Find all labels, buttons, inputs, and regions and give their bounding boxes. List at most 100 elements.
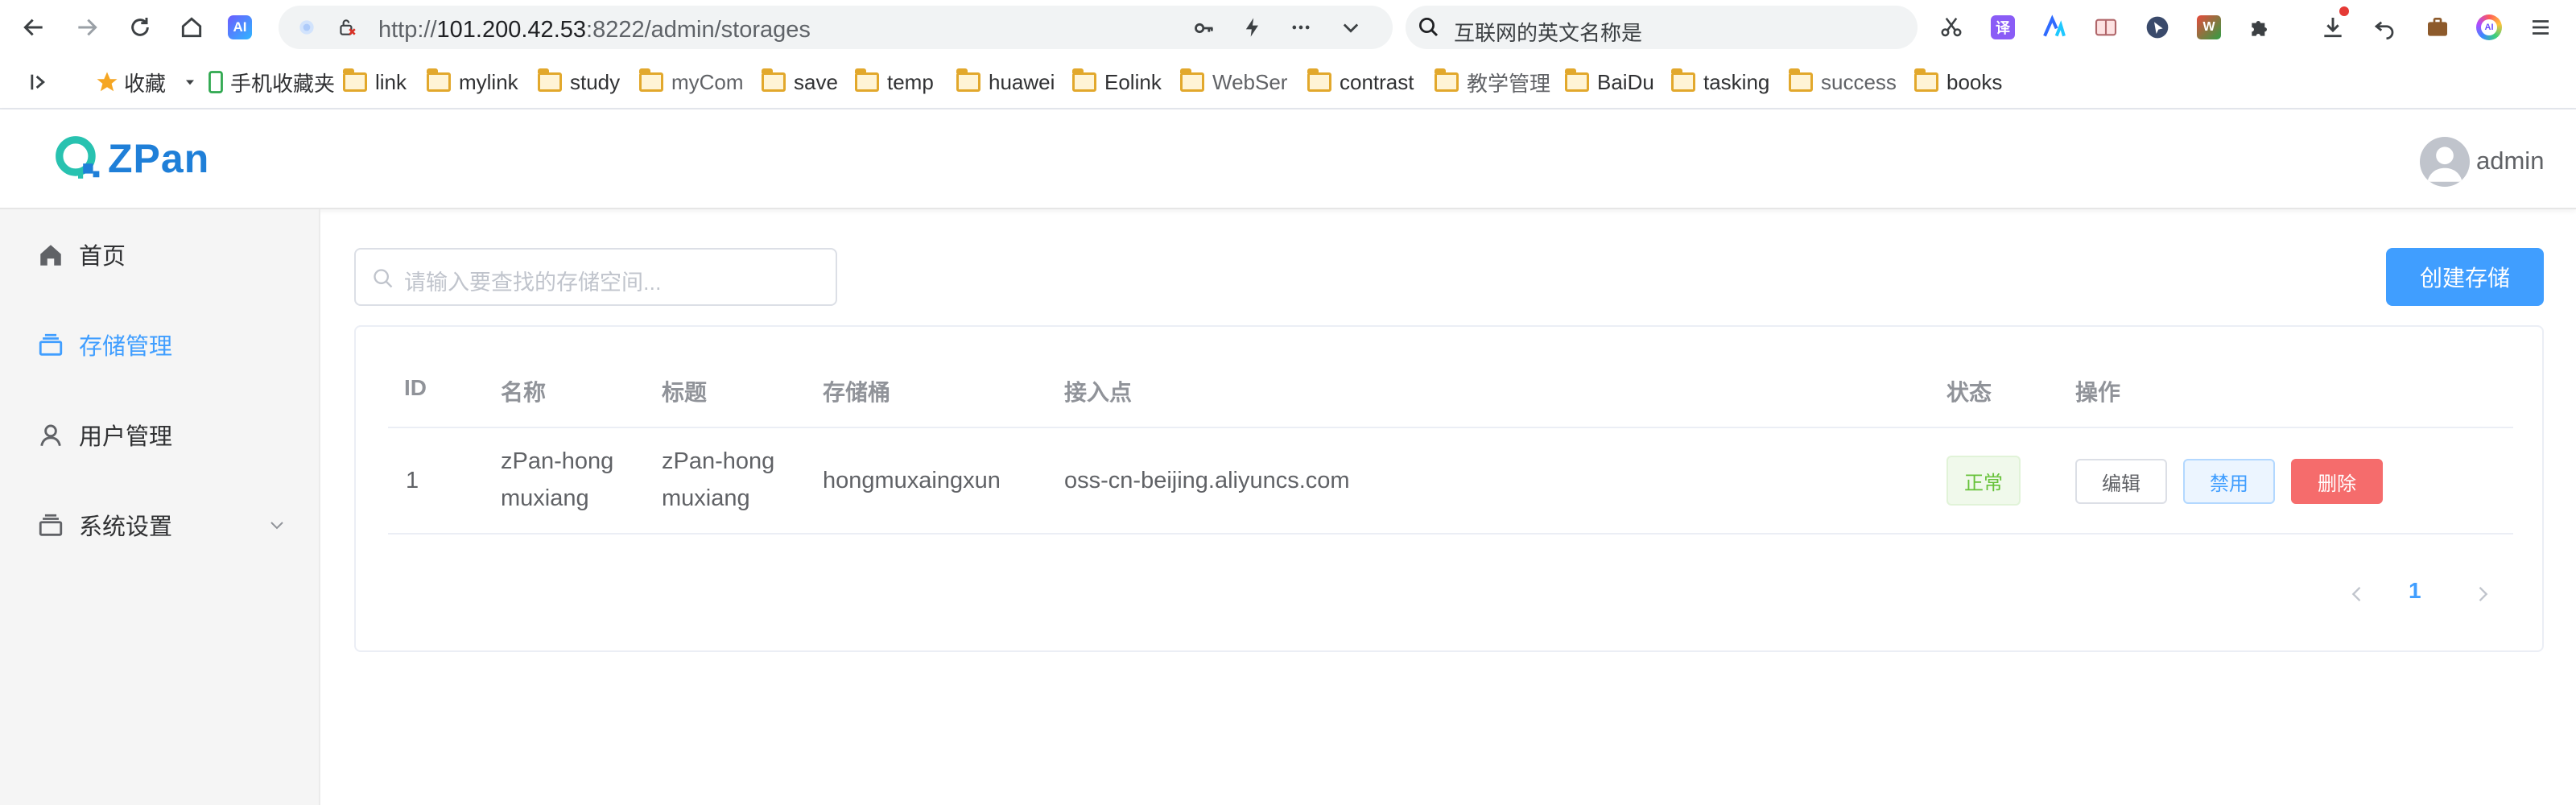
edit-button[interactable]: 编辑 [2075, 459, 2167, 504]
office-extension[interactable]: W [2194, 13, 2223, 42]
user-avatar-icon [2427, 147, 2462, 182]
status-badge: 正常 [1946, 456, 2021, 506]
reader-extension[interactable] [2091, 13, 2120, 42]
user-icon [40, 424, 61, 447]
bookmark-folder[interactable]: temp [855, 68, 934, 95]
bookmark-folder[interactable]: tasking [1671, 68, 1770, 95]
folder-icon [1789, 68, 1813, 92]
delete-button[interactable]: 删除 [2291, 459, 2383, 504]
insecure-lock-icon[interactable] [336, 17, 357, 38]
bookmark-folder[interactable]: study [538, 68, 620, 95]
hamburger-menu-icon [2533, 20, 2549, 35]
folder-icon [1435, 68, 1459, 92]
bookmark-folder[interactable]: WebSer [1180, 68, 1288, 95]
more-dots-icon[interactable] [1290, 16, 1312, 39]
create-storage-button[interactable]: 创建存储 [2386, 248, 2544, 306]
bookmark-folder[interactable]: mylink [427, 68, 518, 95]
bookmark-label: WebSer [1212, 69, 1288, 94]
ai-writer-icon [2043, 14, 2066, 37]
ai-assistant-extension[interactable]: AI [2475, 13, 2504, 42]
bookmark-folder[interactable]: Eolink [1072, 68, 1162, 95]
screenshot-extension[interactable] [1937, 13, 1966, 42]
storage-table-card: ID 名称 标题 存储桶 接入点 状态 操作 1 zPan-hong muxia… [354, 325, 2544, 652]
cell-endpoint: oss-cn-beijing.aliyuncs.com [1064, 468, 1350, 493]
phone-icon [208, 71, 223, 93]
sidebar-item-users[interactable]: 用户管理 [0, 390, 320, 480]
folder-icon [1307, 68, 1331, 92]
bookmarks-bar: 收藏 手机收藏夹 link mylink study myCom save te… [0, 55, 2576, 109]
star-icon [97, 72, 118, 92]
bookmark-label: myCom [671, 69, 744, 94]
bookmark-label: contrast [1340, 69, 1414, 94]
user-name[interactable]: admin [2476, 147, 2544, 175]
disable-button[interactable]: 禁用 [2183, 459, 2275, 504]
cursor-circle-icon [2146, 16, 2169, 39]
undo-button[interactable] [2370, 13, 2399, 42]
bookmark-folder[interactable]: myCom [639, 68, 744, 95]
browser-search-text: 互联网的英文名称是 [1454, 21, 1643, 45]
forward-button[interactable] [71, 11, 103, 43]
ai-extension-button[interactable]: AI [224, 11, 256, 43]
bookmark-label: temp [887, 69, 934, 94]
bookmark-folder[interactable]: books [1914, 68, 2003, 95]
column-header-status: 状态 [1946, 380, 1992, 405]
password-key-icon[interactable] [1193, 17, 1216, 39]
back-button[interactable] [18, 11, 50, 43]
sidebar-item-settings[interactable]: 系统设置 [0, 480, 320, 570]
sidebar-item-label: 首页 [79, 244, 126, 270]
bookmark-favorites[interactable]: 收藏 [95, 69, 198, 96]
bookmark-label: tasking [1703, 69, 1770, 94]
undo-icon [2374, 21, 2394, 39]
sidebar-item-storage[interactable]: 存储管理 [0, 299, 320, 390]
briefcase-extension[interactable] [2423, 13, 2452, 42]
url-text[interactable]: http://101.200.42.53:8222/admin/storages [378, 17, 811, 43]
pagination-next-icon[interactable] [2471, 583, 2494, 605]
bookmark-label: 教学管理 [1467, 71, 1551, 96]
column-header-name: 名称 [501, 380, 547, 405]
translate-extension[interactable]: 译 [1988, 13, 2017, 42]
avatar[interactable] [2420, 137, 2470, 187]
bookmark-mobile-favorites[interactable]: 手机收藏夹 [206, 69, 336, 96]
app-header: ZPan admin [0, 109, 2576, 209]
column-header-actions: 操作 [2075, 380, 2121, 405]
scissors-icon [1941, 18, 1962, 37]
bookmark-folder[interactable]: 教学管理 [1435, 68, 1551, 96]
forward-arrow-icon [78, 19, 97, 36]
back-arrow-icon [23, 19, 43, 36]
lightning-icon[interactable] [1241, 16, 1264, 39]
app-logo[interactable]: ZPan [53, 134, 209, 184]
storage-search-input[interactable]: 请输入要查找的存储空间... [354, 248, 837, 306]
bookmark-folder[interactable]: BaiDu [1565, 68, 1654, 95]
pagination-prev-icon[interactable] [2346, 583, 2368, 605]
bookmark-folder[interactable]: save [762, 68, 838, 95]
bookmark-folder[interactable]: link [343, 68, 407, 95]
bookmark-folder[interactable]: contrast [1307, 68, 1414, 95]
folder-icon [1671, 68, 1695, 92]
chevron-down-icon[interactable] [1340, 16, 1362, 39]
bookmark-label: books [1946, 69, 2003, 94]
sidebar-item-label: 系统设置 [79, 514, 173, 540]
sidebar-toggle-button[interactable] [27, 69, 50, 95]
cursor-extension[interactable] [2143, 13, 2172, 42]
storage-icon [39, 333, 63, 356]
browser-search-box[interactable]: 互联网的英文名称是 [1406, 6, 1918, 49]
bookmark-folder[interactable]: success [1789, 68, 1897, 95]
settings-icon [39, 514, 63, 536]
folder-icon [1180, 68, 1204, 92]
browser-menu-button[interactable] [2526, 13, 2555, 42]
caret-down-icon [186, 80, 195, 85]
bookmark-label: 收藏 [124, 71, 167, 96]
chevron-down-icon [270, 522, 283, 530]
sidebar-item-home[interactable]: 首页 [0, 209, 320, 299]
sidebar-toggle-icon [31, 74, 45, 90]
bookmark-folder[interactable]: huawei [956, 68, 1055, 95]
bookmark-label: 手机收藏夹 [230, 71, 336, 96]
pagination-current-page[interactable]: 1 [2409, 578, 2421, 604]
ai-writer-extension[interactable] [2040, 13, 2069, 42]
bookmark-label: mylink [459, 69, 518, 94]
extensions-button[interactable] [2246, 13, 2275, 42]
home-button[interactable] [175, 11, 208, 43]
reload-button[interactable] [124, 11, 156, 43]
address-bar[interactable]: http://101.200.42.53:8222/admin/storages [279, 6, 1393, 49]
downloads-button[interactable] [2318, 6, 2349, 42]
